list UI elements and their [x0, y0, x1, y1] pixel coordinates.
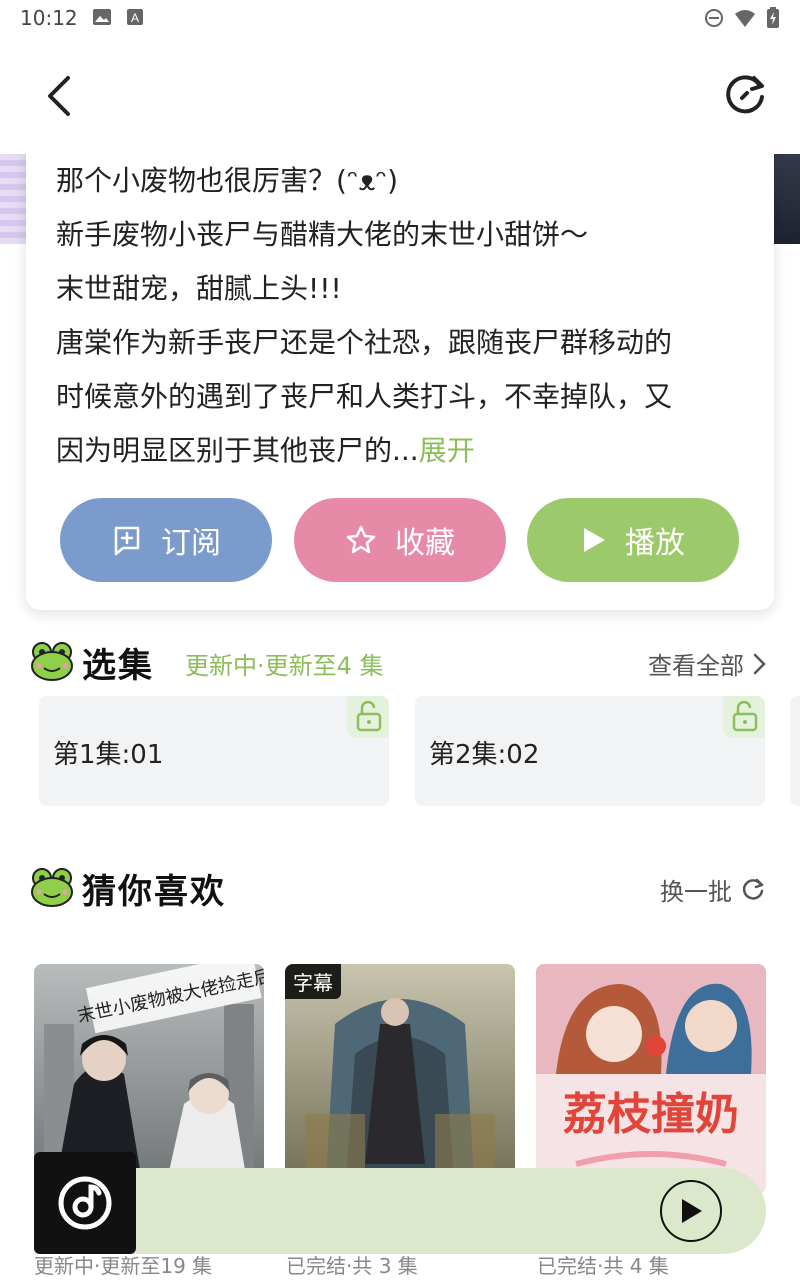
frog-icon [31, 868, 73, 907]
episode-card[interactable]: 第2集:02 [415, 696, 765, 806]
episodes-title: 选集 [82, 646, 154, 686]
subscribe-icon [114, 526, 140, 556]
banner-edge-right [770, 154, 800, 244]
episode-card-peek [790, 696, 800, 806]
episode-label: 第1集:01 [53, 740, 164, 770]
play-icon [584, 528, 605, 552]
description-last-line: 因为明显区别于其他丧尸的...展开 [56, 424, 746, 478]
status-time: 10:12 [20, 6, 78, 30]
description-line: 末世甜宠，甜腻上头!!! [56, 272, 342, 305]
chevron-right-icon [753, 653, 766, 674]
shuffle-refresh-icon [742, 878, 764, 900]
subtitle-badge: 字幕 [285, 964, 341, 999]
subscribe-button[interactable]: 订阅 [60, 498, 272, 582]
description-text: 那个小废物也很厉害？(ᵔᴥᵔ) 新手废物小丧尸与醋精大佬的末世小甜饼～ 末世甜宠… [56, 154, 746, 478]
collect-button[interactable]: 收藏 [294, 498, 506, 582]
cover-image: 荔枝撞奶 [536, 964, 766, 1194]
view-all-button[interactable]: 查看全部 [648, 646, 766, 681]
recommend-section-header: 猜你喜欢 换一批 [30, 864, 770, 914]
description-line: 时候意外的遇到了丧尸和人类打斗，不幸掉队，又 [56, 380, 673, 413]
play-button[interactable]: 播放 [527, 498, 739, 582]
shuffle-label: 换一批 [660, 878, 732, 906]
play-icon [682, 1199, 702, 1223]
recommend-meta: 已完结·共 3 集 [286, 1254, 418, 1278]
player-logo[interactable] [34, 1152, 136, 1254]
play-label: 播放 [625, 526, 685, 561]
wifi-icon [735, 10, 755, 27]
back-button[interactable] [38, 74, 82, 118]
subscribe-label: 订阅 [161, 526, 221, 561]
refresh-button[interactable] [720, 72, 770, 122]
unlock-icon [356, 700, 382, 732]
star-icon [346, 525, 376, 554]
recommend-meta: 更新中·更新至19 集 [34, 1254, 213, 1278]
recommend-meta: 已完结·共 4 集 [537, 1254, 669, 1278]
player-play-button[interactable] [660, 1180, 722, 1242]
cover-title: 荔枝撞奶 [563, 1089, 739, 1140]
view-all-label: 查看全部 [648, 652, 744, 680]
svg-text:A: A [131, 11, 139, 25]
episode-card[interactable]: 第1集:01 [39, 696, 389, 806]
description-card: 那个小废物也很厉害？(ᵔᴥᵔ) 新手废物小丧尸与醋精大佬的末世小甜饼～ 末世甜宠… [26, 120, 774, 610]
top-nav-bar [0, 36, 800, 154]
dnd-icon [705, 9, 723, 27]
battery-icon [767, 7, 779, 28]
episode-label: 第2集:02 [429, 740, 540, 770]
text-a-icon: A [127, 9, 143, 25]
episodes-section-header: 选集 更新中·更新至4 集 查看全部 [30, 638, 770, 688]
expand-link[interactable]: 展开 [419, 434, 475, 467]
status-bar: 10:12 A [0, 0, 800, 36]
recommend-card[interactable]: 荔枝撞奶 [536, 964, 766, 1194]
refresh-icon [726, 75, 764, 114]
description-line: 唐棠作为新手丧尸还是个社恐，跟随丧尸群移动的 [56, 326, 673, 359]
chevron-left-icon [48, 76, 70, 116]
image-icon [93, 9, 111, 25]
unlock-icon [732, 700, 758, 732]
collect-label: 收藏 [395, 526, 455, 561]
episodes-status: 更新中·更新至4 集 [185, 652, 384, 680]
mini-player-bar[interactable] [34, 1168, 766, 1254]
recommend-card[interactable]: 字幕 [285, 964, 515, 1194]
music-disc-icon [58, 1176, 112, 1230]
recommend-title: 猜你喜欢 [82, 872, 226, 912]
description-line: 因为明显区别于其他丧尸的... [56, 434, 419, 467]
shuffle-button[interactable]: 换一批 [660, 872, 766, 907]
frog-icon [31, 642, 73, 681]
description-line: 新手废物小丧尸与醋精大佬的末世小甜饼～ [56, 218, 589, 251]
description-line: 那个小废物也很厉害？(ᵔᴥᵔ) [56, 164, 399, 197]
